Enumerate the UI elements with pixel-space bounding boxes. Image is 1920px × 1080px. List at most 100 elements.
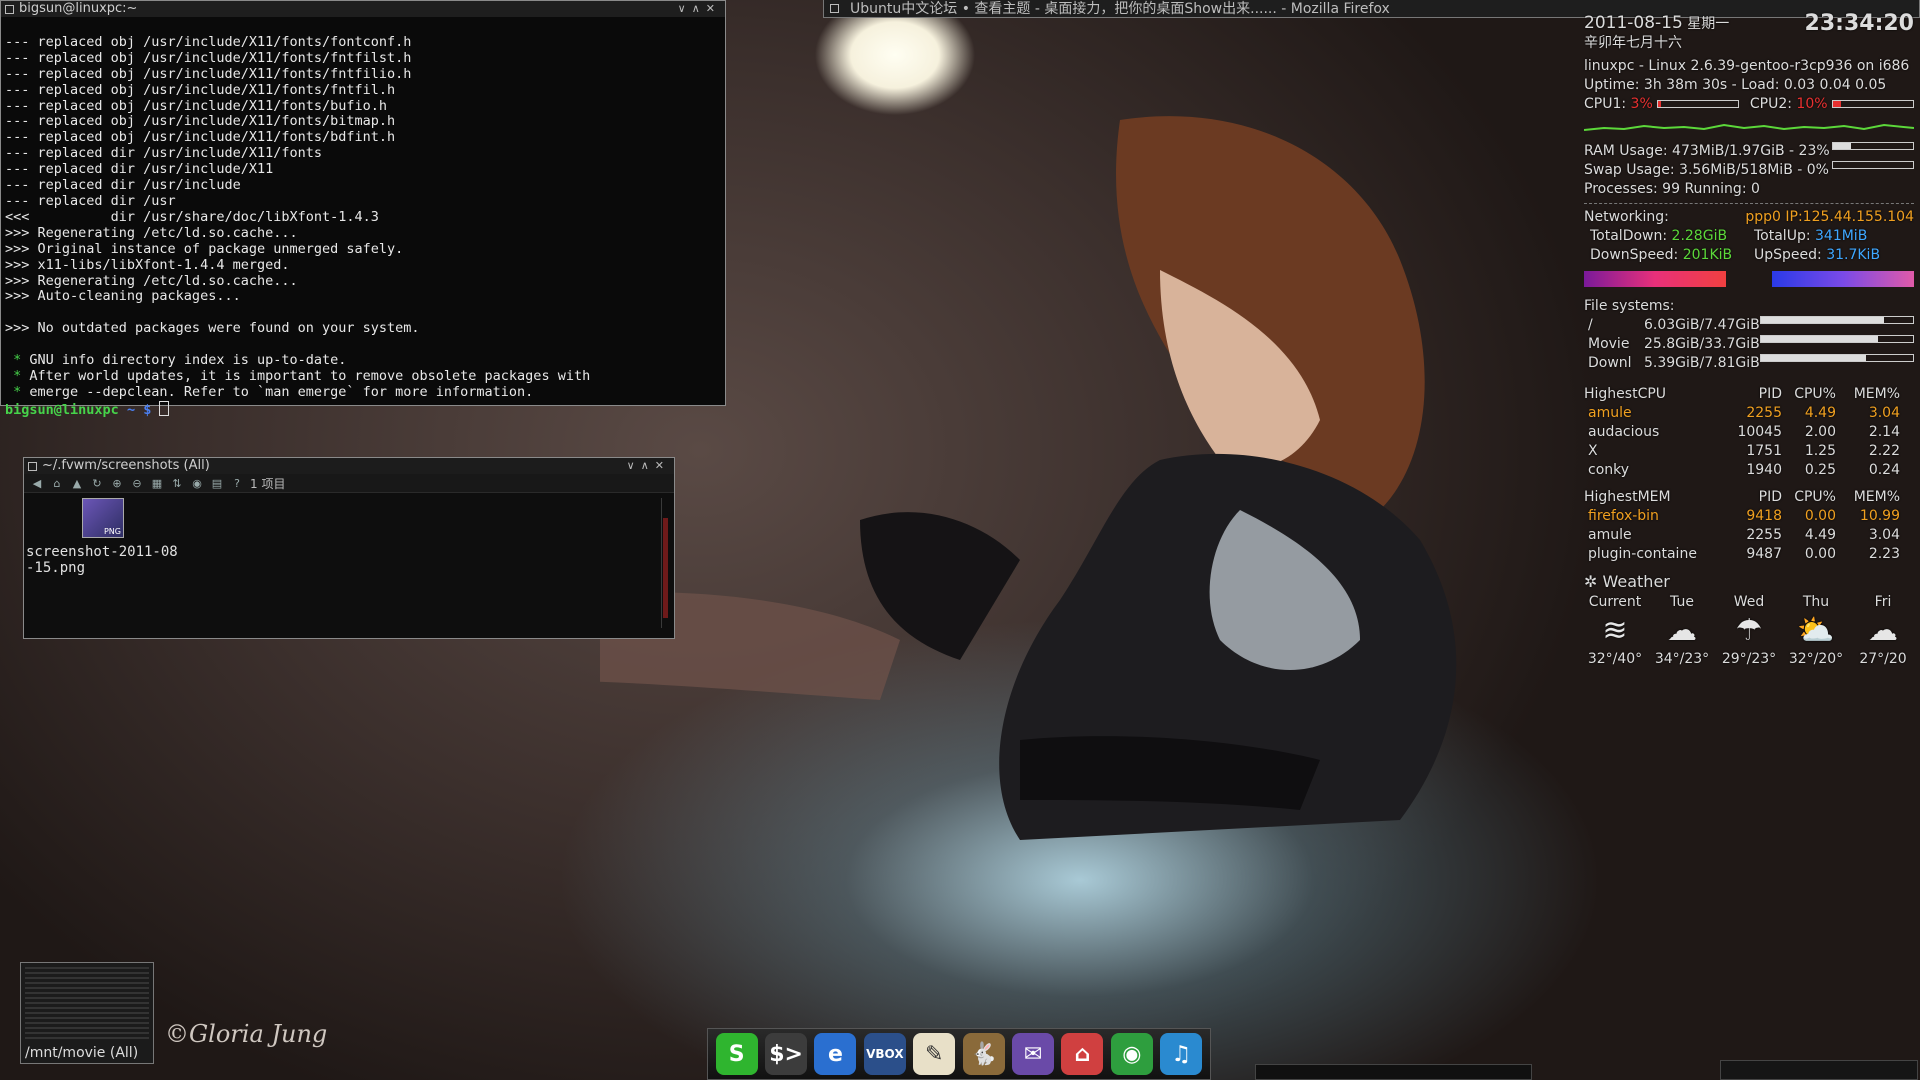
scrollbar[interactable]: [661, 498, 670, 628]
terminal-titlebar[interactable]: bigsun@linuxpc:~ ∨∧✕: [1, 1, 725, 17]
reload-icon[interactable]: ↻: [90, 476, 104, 490]
weather-temp: 34°/23°: [1654, 651, 1710, 667]
conky-time: 23:34:20: [1804, 11, 1914, 36]
view-icon[interactable]: ▦: [150, 476, 164, 490]
media-control-strip[interactable]: [1255, 1064, 1532, 1080]
terminal-prompt[interactable]: bigsun@linuxpc ~ $: [5, 400, 721, 419]
chrome-icon[interactable]: ◉: [1110, 1033, 1153, 1075]
file-item[interactable]: PNG screenshot-2011-08-15.png: [26, 498, 186, 576]
swap-bar: [1832, 161, 1914, 169]
terminal-line: >>> Auto-cleaning packages...: [5, 288, 241, 305]
text-editor-icon[interactable]: ✎: [913, 1033, 956, 1075]
terminal-line: --- replaced obj /usr/include/X11/fonts/…: [5, 129, 396, 146]
terminal-line: --- replaced dir /usr/include/X11: [5, 161, 274, 178]
window-menu-icon[interactable]: [5, 5, 14, 14]
terminal-line: --- replaced obj /usr/include/X11/fonts/…: [5, 65, 412, 82]
text-cursor: [159, 400, 170, 416]
up-icon[interactable]: ▲: [70, 476, 84, 490]
terminal-line: --- replaced dir /usr/include: [5, 177, 241, 194]
pidgin-icon[interactable]: ✉: [1012, 1033, 1055, 1075]
weather-forecast: Current ≋ 32°/40° Tue ☁ 34°/23° Wed ☂ 29°/23° …: [1584, 593, 1914, 669]
prompt-path: ~ $: [126, 401, 152, 418]
firefox-title: Ubuntu中文论坛 • 查看主题 - 桌面接力，把你的桌面Show出来....…: [850, 1, 1390, 17]
weather-day: Current: [1588, 594, 1642, 610]
terminal-output[interactable]: --- replaced obj /usr/include/X11/fonts/…: [1, 17, 725, 452]
terminal-window[interactable]: bigsun@linuxpc:~ ∨∧✕ --- replaced obj /u…: [0, 0, 726, 418]
conky-weekday: 星期一: [1687, 16, 1730, 32]
terminal-line: >>> No outdated packages were found on y…: [5, 320, 420, 337]
conky-cpu-row: CPU1: 3% CPU2: 10%: [1584, 95, 1914, 114]
fs-name: Movie: [1588, 336, 1630, 352]
table-row: amule 2255 4.49 3.04: [1588, 527, 1900, 543]
terminal-line: <<< dir /usr/share/doc/libXfont-1.4.3: [5, 208, 379, 225]
rain-cloud-icon: ☁: [1868, 613, 1898, 648]
cpu-graph: [1583, 123, 1915, 131]
zoom-in-icon[interactable]: ⊕: [110, 476, 124, 490]
cpu1-label: CPU1:: [1584, 96, 1627, 112]
system-tray[interactable]: [1720, 1060, 1918, 1080]
conky-lunar-date: 辛卯年七月十六: [1584, 35, 1682, 51]
terminal-line: >>> Original instance of package unmerge…: [5, 240, 404, 257]
file-manager-toolbar: ◀ ⌂ ▲ ↻ ⊕ ⊖ ▦ ⇅ ◉ ▤ ? 1 项目: [24, 474, 674, 493]
cpu2-value: 10%: [1796, 96, 1828, 112]
maximize-icon[interactable]: ∧: [641, 459, 655, 472]
minimize-icon[interactable]: ∨: [627, 459, 641, 472]
file-manager-titlebar[interactable]: ~/.fvwm/screenshots (All) ∨∧✕: [24, 458, 674, 474]
weather-temp: 32°/40°: [1587, 651, 1643, 667]
close-icon[interactable]: ✕: [706, 2, 721, 15]
show-hidden-icon[interactable]: ◉: [190, 476, 204, 490]
fs-label: File systems:: [1584, 298, 1675, 314]
cpu1-bar: [1657, 100, 1740, 108]
weather-header: ✲ Weather: [1584, 572, 1914, 591]
terminal-line: >>> Regenerating /etc/ld.so.cache...: [5, 272, 298, 289]
table-header: MEM%: [1853, 386, 1900, 402]
weather-day: Wed: [1733, 594, 1765, 610]
table-row: plugin-containe 9487 0.00 2.23: [1588, 546, 1900, 562]
weather-day: Fri: [1874, 594, 1892, 610]
total-down: 2.28GiB: [1671, 228, 1728, 244]
terminal-icon[interactable]: $>: [765, 1033, 808, 1075]
skype-icon[interactable]: S: [715, 1033, 758, 1075]
pager-preview[interactable]: [25, 967, 149, 1039]
minimize-icon[interactable]: ∨: [678, 2, 692, 15]
rain-cloud-icon: ☁: [1667, 613, 1697, 648]
terminal-here-icon[interactable]: ▤: [210, 476, 224, 490]
weather-day: Tue: [1670, 594, 1694, 610]
maximize-icon[interactable]: ∧: [692, 2, 706, 15]
terminal-line: --- replaced obj /usr/include/X11/fonts/…: [5, 113, 396, 130]
total-up-label: TotalUp:: [1754, 228, 1811, 244]
wallpaper-figure: [600, 116, 1457, 840]
scrollbar-thumb[interactable]: [663, 518, 668, 618]
heavy-rain-icon: ☂: [1735, 613, 1763, 648]
browser-swirl-icon[interactable]: e: [814, 1033, 857, 1075]
back-icon[interactable]: ◀: [30, 476, 44, 490]
window-menu-icon[interactable]: [28, 462, 37, 471]
music-player-icon[interactable]: ♫: [1160, 1033, 1203, 1075]
file-manager-window[interactable]: ~/.fvwm/screenshots (All) ∨∧✕ ◀ ⌂ ▲ ↻ ⊕ …: [23, 457, 675, 639]
desktop-pager[interactable]: /mnt/movie (All): [20, 962, 154, 1064]
terminal-line: --- replaced obj /usr/include/X11/fonts/…: [5, 97, 388, 114]
net-ip: ppp0 IP:125.44.155.104: [1745, 209, 1914, 225]
prompt-host: bigsun@linuxpc: [5, 401, 119, 418]
terminal-line: --- replaced obj /usr/include/X11/fonts/…: [5, 81, 396, 98]
weather-temp: 32°/20°: [1788, 651, 1844, 667]
close-icon[interactable]: ✕: [655, 459, 670, 472]
sun-icon: ✲: [1584, 572, 1598, 591]
down-speed-label: DownSpeed:: [1590, 247, 1679, 263]
virtualbox-icon[interactable]: VBOX: [863, 1033, 906, 1075]
zoom-out-icon[interactable]: ⊖: [130, 476, 144, 490]
sort-icon[interactable]: ⇅: [170, 476, 184, 490]
home-icon[interactable]: ⌂: [50, 476, 64, 490]
table-header: PID: [1758, 386, 1782, 402]
terminal-title: bigsun@linuxpc:~: [19, 1, 138, 16]
amule-icon[interactable]: 🐇: [962, 1033, 1005, 1075]
table-header: HighestMEM: [1584, 489, 1671, 505]
terminal-line: >>> x11-libs/libXfont-1.4.4 merged.: [5, 256, 290, 273]
home-folder-icon[interactable]: ⌂: [1061, 1033, 1104, 1075]
window-menu-icon[interactable]: [830, 4, 839, 13]
help-icon[interactable]: ?: [230, 476, 244, 490]
fs-usage: 5.39GiB/7.81GiB: [1644, 355, 1760, 371]
terminal-line: * emerge --depclean. Refer to `man emerg…: [5, 383, 534, 400]
